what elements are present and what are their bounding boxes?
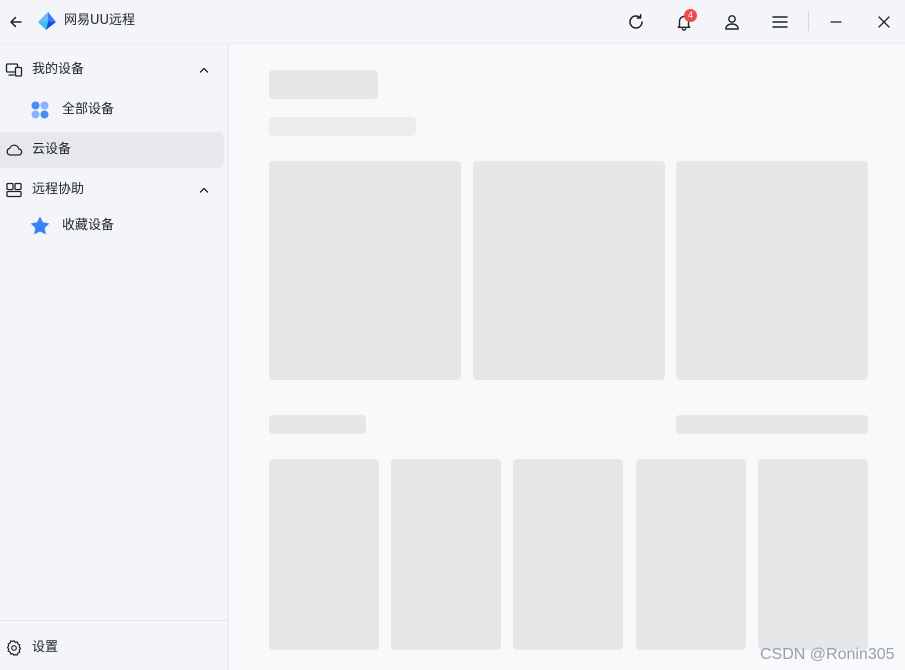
skeleton-tile	[391, 459, 501, 650]
sidebar-item-label: 云设备	[32, 142, 72, 157]
account-button[interactable]	[716, 6, 748, 38]
sidebar-divider	[0, 620, 228, 621]
chevron-up-icon[interactable]	[197, 183, 211, 197]
sidebar-item-cloud-devices[interactable]: 云设备	[0, 132, 224, 168]
gear-icon	[6, 640, 22, 656]
user-icon	[725, 15, 739, 30]
skeleton-card	[676, 161, 868, 380]
minimize-button[interactable]	[820, 6, 852, 38]
close-icon	[878, 16, 890, 28]
grid-dots-icon	[31, 101, 49, 119]
sidebar: 我的设备 全部设备 云设备 远程协助 收藏设备 设置	[0, 44, 229, 670]
skeleton-tile	[758, 459, 868, 650]
remote-assist-icon	[6, 182, 22, 198]
sidebar-item-remote-assist[interactable]: 远程协助	[0, 172, 224, 208]
sidebar-item-all-devices[interactable]: 全部设备	[0, 92, 224, 128]
sidebar-item-label: 我的设备	[32, 62, 85, 77]
sidebar-item-settings[interactable]: 设置	[0, 630, 224, 666]
sidebar-item-my-devices[interactable]: 我的设备	[0, 52, 224, 88]
watermark: CSDN @Ronin305	[760, 646, 895, 663]
sidebar-item-label: 全部设备	[62, 102, 115, 117]
back-button[interactable]	[0, 6, 32, 38]
skeleton-card	[269, 161, 461, 380]
app-title: 网易UU远程	[64, 13, 136, 28]
close-button[interactable]	[868, 6, 900, 38]
skeleton-tile	[269, 459, 379, 650]
sidebar-item-label: 收藏设备	[62, 218, 115, 233]
chevron-up-icon[interactable]	[197, 63, 211, 77]
main-content	[229, 44, 905, 670]
refresh-icon	[629, 14, 643, 29]
skeleton-title	[269, 70, 378, 99]
skeleton-section-title	[269, 415, 366, 434]
title-bar: 网易UU远程 4	[0, 0, 905, 44]
sidebar-item-label: 设置	[32, 640, 59, 655]
app-logo-icon	[38, 12, 56, 30]
skeleton-subtitle	[269, 117, 416, 136]
menu-button[interactable]	[764, 6, 796, 38]
skeleton-tile	[636, 459, 746, 650]
skeleton-section-action	[676, 415, 868, 434]
sidebar-item-label: 远程协助	[32, 182, 85, 197]
devices-icon	[5, 63, 23, 77]
notification-badge: 4	[684, 9, 697, 22]
skeleton-tile	[513, 459, 623, 650]
hamburger-menu-icon	[772, 16, 788, 28]
arrow-left-icon	[10, 16, 22, 28]
minimize-icon	[830, 21, 842, 23]
sidebar-item-favorites[interactable]: 收藏设备	[0, 208, 224, 244]
refresh-button[interactable]	[620, 6, 652, 38]
cloud-icon	[6, 144, 23, 156]
star-icon	[31, 217, 49, 235]
titlebar-divider	[808, 11, 809, 31]
skeleton-card	[473, 161, 665, 380]
